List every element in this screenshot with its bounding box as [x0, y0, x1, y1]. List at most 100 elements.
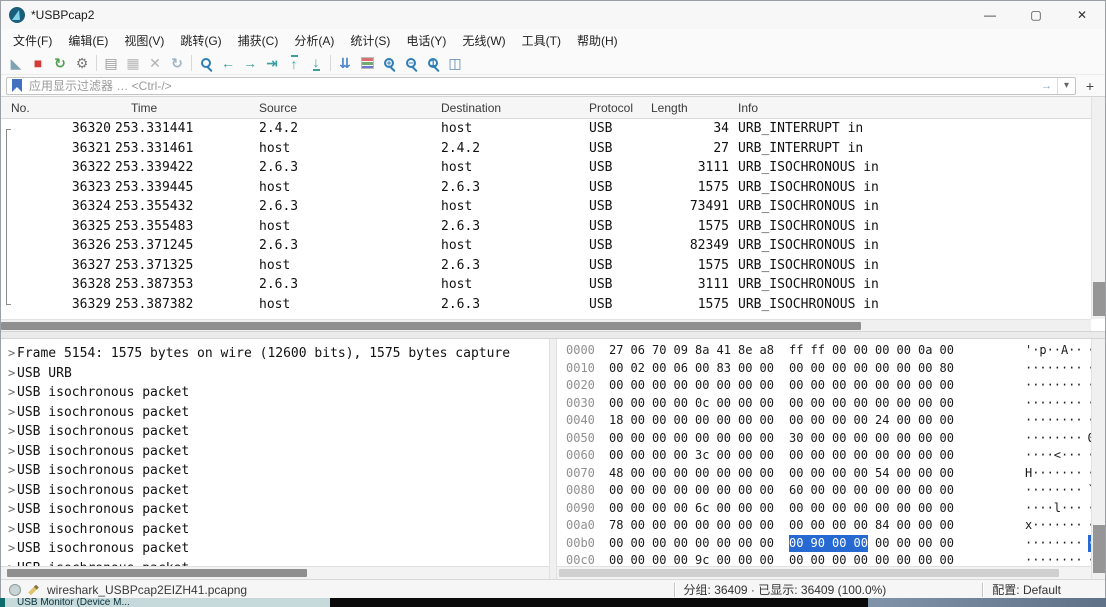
hex-row[interactable]: 00a0 78 00 00 00 00 00 00 00 00 00 00 00 84 00 00 00 x···…: [557, 517, 1091, 535]
filter-bookmark-icon[interactable]: [12, 79, 22, 92]
hex-byte[interactable]: 00: [940, 465, 955, 483]
column-header-length[interactable]: Length: [649, 101, 731, 115]
hex-byte[interactable]: 00: [695, 377, 710, 395]
pane-divider[interactable]: [549, 339, 557, 579]
expert-info-icon[interactable]: [9, 583, 21, 596]
hex-byte[interactable]: 00: [940, 535, 955, 553]
pane-splitter[interactable]: [1, 331, 1105, 339]
hex-byte[interactable]: 00: [738, 412, 753, 430]
hex-byte[interactable]: 00: [832, 517, 847, 535]
detail-row[interactable]: > Frame 5154: 1575 bytes on wire (12600 b…: [1, 344, 549, 364]
hex-byte[interactable]: 00: [897, 395, 912, 413]
hex-byte[interactable]: 00: [609, 395, 624, 413]
hex-byte[interactable]: 00: [918, 377, 933, 395]
hex-byte[interactable]: 00: [811, 500, 826, 518]
hex-byte[interactable]: 00: [832, 342, 847, 360]
hex-byte[interactable]: 00: [609, 377, 624, 395]
bytes-vscrollbar[interactable]: [1091, 339, 1105, 579]
hex-byte[interactable]: 00: [854, 465, 869, 483]
hex-byte[interactable]: 00: [940, 395, 955, 413]
hex-byte[interactable]: 00: [738, 517, 753, 535]
hex-byte[interactable]: 00: [652, 377, 667, 395]
hex-byte[interactable]: 00: [674, 447, 689, 465]
menu-item-telephony[interactable]: 电话(Y): [398, 29, 454, 52]
hex-byte[interactable]: 00: [918, 447, 933, 465]
hex-byte[interactable]: 00: [631, 517, 646, 535]
packet-row[interactable]: 36320 253.331441 2.4.2 host USB 34 URB_INTERRU…: [1, 119, 1091, 139]
expander-icon[interactable]: >: [1, 422, 17, 442]
hex-byte[interactable]: 00: [940, 482, 955, 500]
hex-row[interactable]: 0020 00 00 00 00 00 00 00 00 00 00 00 00 00 00 00 00 ····…: [557, 377, 1091, 395]
hex-byte[interactable]: 00: [832, 534, 854, 552]
hex-byte[interactable]: 6c: [695, 500, 710, 518]
hex-byte[interactable]: 00: [854, 482, 869, 500]
hex-byte[interactable]: 24: [875, 412, 890, 430]
hex-byte[interactable]: 90: [810, 534, 832, 552]
expander-icon[interactable]: >: [1, 344, 17, 364]
expander-icon[interactable]: >: [1, 383, 17, 403]
column-header-no[interactable]: No.: [11, 101, 115, 115]
hex-byte[interactable]: 00: [789, 360, 804, 378]
filter-dropdown-icon[interactable]: ▾: [1056, 77, 1075, 94]
bytes-hscrollbar[interactable]: [557, 566, 1091, 579]
hex-byte[interactable]: 00: [897, 517, 912, 535]
hex-byte[interactable]: 00: [832, 412, 847, 430]
hex-byte[interactable]: 00: [760, 377, 775, 395]
hex-row[interactable]: 0060 00 00 00 00 3c 00 00 00 00 00 00 00 00 00 00 00 ····…: [557, 447, 1091, 465]
hex-byte[interactable]: 84: [875, 517, 890, 535]
maximize-button[interactable]: ▢: [1013, 1, 1059, 29]
hex-byte[interactable]: 00: [811, 465, 826, 483]
hex-byte[interactable]: 00: [674, 377, 689, 395]
hex-byte[interactable]: 00: [631, 535, 646, 553]
hex-byte[interactable]: 00: [652, 535, 667, 553]
hex-byte[interactable]: 00: [854, 500, 869, 518]
menu-item-go[interactable]: 跳转(G): [172, 29, 229, 52]
hex-byte[interactable]: 00: [631, 447, 646, 465]
hex-byte[interactable]: 83: [717, 360, 732, 378]
open-file-button[interactable]: ▤: [100, 52, 122, 73]
hex-byte[interactable]: 00: [652, 517, 667, 535]
hex-row[interactable]: 0050 00 00 00 00 00 00 00 00 30 00 00 00 00 00 00 00 ····…: [557, 430, 1091, 448]
hex-byte[interactable]: 00: [875, 482, 890, 500]
hex-byte[interactable]: 00: [854, 342, 869, 360]
hex-byte[interactable]: 27: [609, 342, 624, 360]
hex-byte[interactable]: 00: [760, 535, 775, 553]
expander-icon[interactable]: >: [1, 442, 17, 462]
hex-byte[interactable]: 00: [738, 482, 753, 500]
hex-byte[interactable]: ff: [811, 342, 826, 360]
hex-byte[interactable]: 00: [738, 360, 753, 378]
hex-byte[interactable]: 00: [789, 500, 804, 518]
menu-item-edit[interactable]: 编辑(E): [60, 29, 116, 52]
hex-byte[interactable]: 00: [789, 465, 804, 483]
zoom-original-button[interactable]: 1: [422, 52, 444, 73]
hex-byte[interactable]: 00: [652, 412, 667, 430]
hex-byte[interactable]: 00: [674, 482, 689, 500]
hex-byte[interactable]: 00: [811, 395, 826, 413]
hex-byte[interactable]: 30: [789, 430, 804, 448]
hex-byte[interactable]: 00: [918, 500, 933, 518]
hex-byte[interactable]: 00: [738, 395, 753, 413]
menu-item-analyze[interactable]: 分析(A): [286, 29, 342, 52]
capture-options-button[interactable]: ⚙: [71, 52, 93, 73]
hex-byte[interactable]: 00: [832, 377, 847, 395]
hex-byte[interactable]: 00: [897, 377, 912, 395]
column-header-time[interactable]: Time: [115, 101, 259, 115]
hex-byte[interactable]: 00: [674, 517, 689, 535]
hex-byte[interactable]: 00: [738, 447, 753, 465]
hex-byte[interactable]: 48: [609, 465, 624, 483]
packet-row[interactable]: 36322 253.339422 2.6.3 host USB 3111 URB_ISOCH…: [1, 158, 1091, 178]
hex-byte[interactable]: 00: [832, 500, 847, 518]
hex-byte[interactable]: 00: [940, 447, 955, 465]
packet-list-vscrollbar[interactable]: [1091, 97, 1105, 319]
hex-byte[interactable]: 00: [875, 360, 890, 378]
hex-byte[interactable]: 00: [918, 535, 933, 553]
packet-list-hscrollbar[interactable]: [1, 319, 1091, 331]
hex-byte[interactable]: 00: [897, 482, 912, 500]
hex-byte[interactable]: 00: [652, 482, 667, 500]
hex-byte[interactable]: 8e: [738, 342, 753, 360]
hex-byte[interactable]: 00: [760, 395, 775, 413]
hex-byte[interactable]: 00: [631, 465, 646, 483]
packet-row[interactable]: 36326 253.371245 2.6.3 host USB 82349 URB_ISOC…: [1, 236, 1091, 256]
zoom-out-button[interactable]: −: [400, 52, 422, 73]
hex-byte[interactable]: 3c: [695, 447, 710, 465]
